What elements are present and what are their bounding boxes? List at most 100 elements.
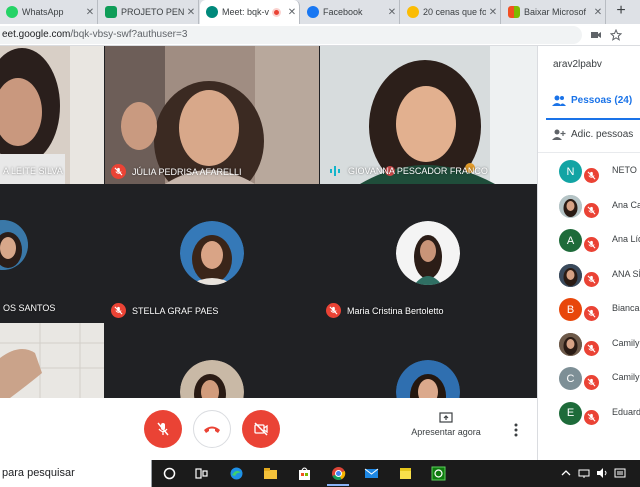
microphone-off-icon: [157, 422, 169, 436]
participant-tile[interactable]: Maria Cristina Bertoletto: [320, 185, 537, 323]
mic-off-icon: [584, 340, 599, 356]
tab-label: Meet: bqk-v: [222, 7, 270, 17]
present-now-button[interactable]: Apresentar agora: [404, 412, 488, 437]
url-field[interactable]: eet.google.com/bqk-vbsy-swf?authuser=3: [0, 26, 582, 44]
camera-indicator-icon[interactable]: [590, 29, 602, 41]
close-icon[interactable]: ✕: [591, 7, 605, 18]
hang-up-button[interactable]: [193, 410, 231, 448]
cortana-icon[interactable]: [162, 466, 177, 481]
xbox-icon[interactable]: [431, 466, 446, 481]
participant-avatar: [559, 332, 582, 356]
participant-list-item[interactable]: Camily: [538, 329, 640, 363]
participant-name-row: A LEITE SILVA: [3, 166, 63, 176]
mail-icon[interactable]: [364, 466, 379, 481]
chrome-icon[interactable]: [331, 466, 346, 481]
mic-off-icon: [584, 375, 599, 390]
meeting-code: arav2lpabv: [553, 59, 602, 70]
microsoft-icon: [508, 6, 520, 18]
tab-baixar-microsoft[interactable]: Baixar Microsof ✕: [502, 0, 606, 24]
mic-off-icon: [584, 237, 599, 252]
file-explorer-icon[interactable]: [263, 466, 278, 481]
participant-tile[interactable]: [320, 323, 537, 398]
participant-list-item[interactable]: E Eduard: [538, 398, 640, 432]
participant-avatar: [396, 360, 460, 398]
participant-list-name: ANA SÍL: [612, 268, 640, 279]
whatsapp-icon: [6, 6, 18, 18]
hang-up-icon: [204, 426, 220, 433]
close-icon[interactable]: ✕: [486, 7, 500, 18]
participant-list-item[interactable]: Ana Ca: [538, 191, 640, 225]
participant-tile[interactable]: GIOVANNA PESCADOR FRANCO: [320, 46, 537, 184]
mic-off-icon: [584, 271, 599, 287]
meet-icon: [206, 6, 218, 18]
tab-indicator: [546, 118, 640, 120]
participant-name-row: JÚLIA PEDRISA AFARELLI: [111, 164, 242, 179]
participant-list-name: Camily: [612, 372, 640, 382]
participant-avatar: [180, 360, 244, 398]
participant-tile[interactable]: [105, 323, 319, 398]
store-icon[interactable]: [297, 466, 312, 481]
chevron-up-icon[interactable]: [560, 467, 572, 479]
participant-avatar: [559, 263, 582, 287]
mic-off-icon: [326, 303, 341, 318]
participant-name-row: Maria Cristina Bertoletto: [326, 303, 444, 318]
participant-list-item[interactable]: C Camily: [538, 363, 640, 397]
participant-avatar: [180, 221, 244, 285]
microphone-toggle-button[interactable]: [144, 410, 182, 448]
edge-icon[interactable]: [229, 466, 244, 481]
close-icon[interactable]: ✕: [83, 7, 97, 18]
tab-projeto[interactable]: PROJETO PENSA ✕: [99, 0, 199, 24]
close-icon[interactable]: ✕: [285, 7, 299, 18]
tab-label: Facebook: [323, 7, 363, 17]
people-tab-label: Pessoas (24): [571, 95, 633, 106]
star-icon[interactable]: [610, 29, 622, 41]
participant-list-name: Bianca: [612, 303, 640, 313]
participant-list-item[interactable]: B Bianca: [538, 294, 640, 328]
tab-whatsapp[interactable]: WhatsApp ✕: [0, 0, 98, 24]
participant-list-name: Ana Ca: [612, 199, 640, 210]
tab-people[interactable]: Pessoas (24): [552, 95, 632, 106]
video-feed: [0, 46, 104, 184]
tab-facebook[interactable]: Facebook ✕: [301, 0, 400, 24]
mic-off-icon: [584, 202, 599, 218]
camera-off-icon: [254, 422, 268, 436]
camera-toggle-button[interactable]: [242, 410, 280, 448]
participant-list-item[interactable]: N NETO: [538, 156, 640, 190]
news-icon: [407, 6, 419, 18]
participant-tile[interactable]: STELLA GRAF PAES: [105, 185, 319, 323]
task-view-icon[interactable]: [194, 466, 209, 481]
mic-off-icon: [111, 164, 126, 179]
speaking-icon: [330, 166, 340, 176]
participant-name: STELLA GRAF PAES: [132, 305, 219, 316]
participant-avatar: N: [559, 160, 582, 183]
taskbar-search-input[interactable]: para pesquisar: [0, 460, 152, 487]
participant-list-name: NETO: [612, 165, 637, 175]
new-tab-button[interactable]: +: [610, 0, 632, 24]
mic-off-icon: [111, 303, 126, 318]
language-icon[interactable]: [614, 467, 626, 479]
network-icon[interactable]: [578, 467, 590, 479]
video-feed: [0, 323, 104, 398]
participant-name-row: OS SANTOS: [3, 303, 55, 313]
tab-20-cenas[interactable]: 20 cenas que fo ✕: [401, 0, 501, 24]
close-icon[interactable]: ✕: [184, 7, 198, 18]
divider: [538, 152, 640, 153]
participant-tile[interactable]: [0, 323, 104, 398]
more-vert-icon[interactable]: [511, 422, 521, 438]
sticky-notes-icon[interactable]: [398, 466, 413, 481]
sheets-icon: [105, 6, 117, 18]
add-people-button[interactable]: Adic. pessoas: [552, 129, 633, 140]
participant-list-item[interactable]: A Ana Lídi: [538, 225, 640, 259]
tab-meet[interactable]: Meet: bqk-v ✕: [200, 0, 300, 24]
close-icon[interactable]: ✕: [385, 7, 399, 18]
participant-tile[interactable]: OS SANTOS: [0, 185, 104, 323]
present-label: Apresentar agora: [411, 427, 481, 437]
screen: WhatsApp ✕ PROJETO PENSA ✕ Meet: bqk-v ✕…: [0, 0, 640, 487]
participant-tile[interactable]: JÚLIA PEDRISA AFARELLI: [105, 46, 319, 184]
participant-tile[interactable]: A LEITE SILVA: [0, 46, 104, 184]
tab-label: PROJETO PENSA: [121, 7, 184, 17]
participant-list-name: Camily: [612, 337, 640, 348]
volume-icon[interactable]: [596, 467, 608, 479]
tab-label: Baixar Microsof: [524, 7, 587, 17]
participant-list-item[interactable]: ANA SÍL: [538, 260, 640, 294]
